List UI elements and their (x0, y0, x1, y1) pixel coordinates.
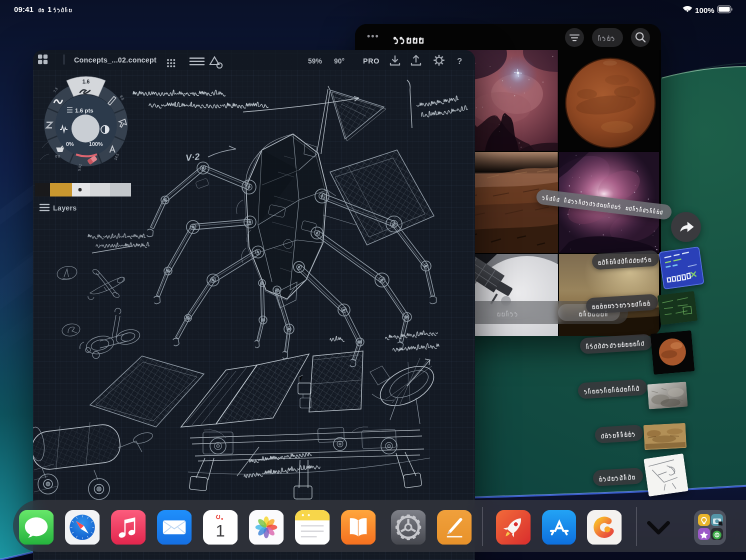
svg-text:100%: 100% (89, 142, 103, 148)
svg-text:1: 1 (48, 5, 52, 14)
svg-text:1.6: 1.6 (82, 80, 89, 86)
svg-text:59%: 59% (308, 59, 323, 66)
svg-text:Concepts_...02.concept: Concepts_...02.concept (74, 56, 157, 65)
svg-text:1.6 pts: 1.6 pts (75, 109, 93, 115)
svg-text:?: ? (457, 56, 462, 66)
svg-text:V·2: V·2 (185, 152, 200, 163)
svg-text:Layers: Layers (53, 204, 77, 213)
svg-text:PRO: PRO (363, 57, 380, 66)
svg-text:5.91: 5.91 (77, 164, 82, 172)
svg-text:90°: 90° (334, 58, 345, 66)
svg-text:0%: 0% (66, 142, 74, 148)
svg-text:7.3: 7.3 (53, 87, 59, 93)
svg-text:100%: 100% (695, 6, 715, 15)
svg-text:6'8: 6'8 (55, 154, 60, 158)
svg-text:1: 1 (216, 522, 225, 541)
